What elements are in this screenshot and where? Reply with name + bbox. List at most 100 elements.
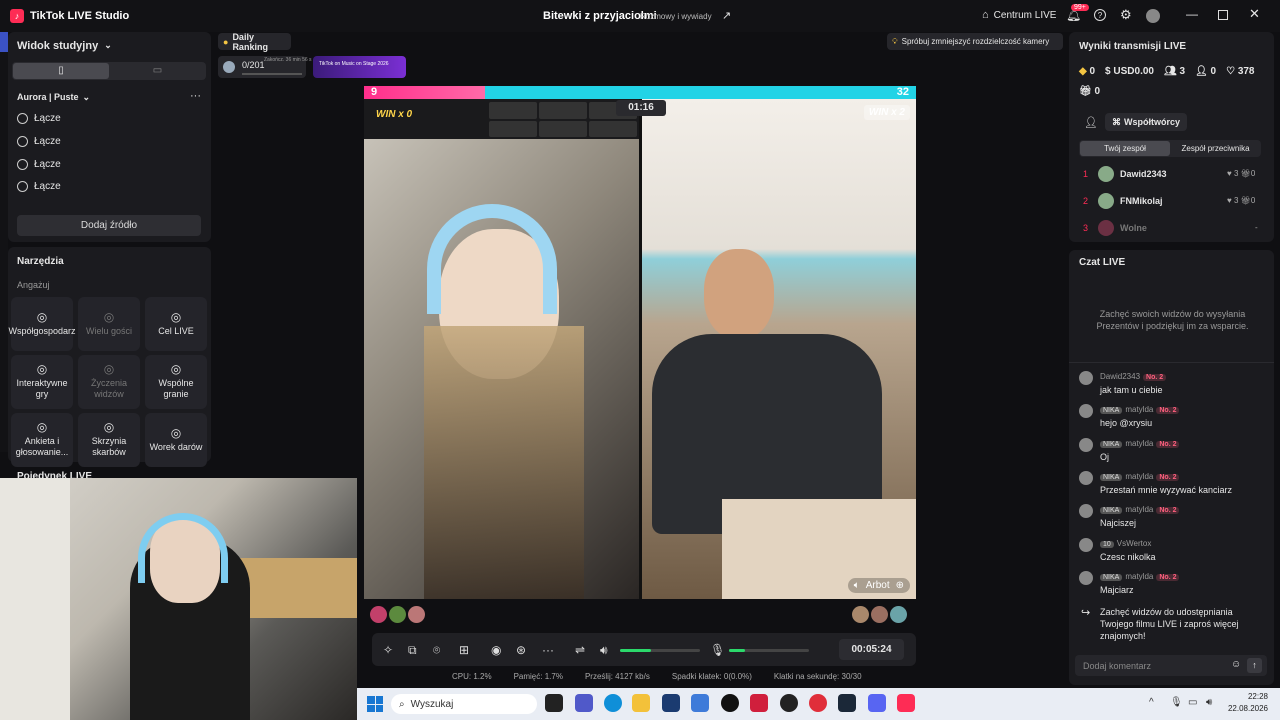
opponent-tag[interactable]: 🔈︎ Arbot ⊕ [847, 578, 910, 593]
team-member-row[interactable]: 2 FNMikolaj ♥ 3 🎁︎0 [1079, 193, 1265, 211]
discord-icon[interactable] [868, 694, 886, 712]
share-icon[interactable]: ↗ [722, 9, 731, 22]
cpu-stat: CPU: 1.2% [452, 672, 492, 681]
app-icon[interactable] [750, 694, 768, 712]
mixer-icon[interactable]: ⇌ [575, 643, 585, 657]
chat-message[interactable]: NIKA matylda No. 2 Oj [1079, 437, 1269, 468]
speaker-icon[interactable]: 🔈︎ [854, 580, 860, 591]
more-icon[interactable]: ··· [542, 643, 554, 657]
help-icon[interactable]: ? [1094, 9, 1106, 21]
source-item[interactable]: Łącze [17, 136, 61, 147]
replay-icon[interactable]: ⊛ [516, 643, 526, 657]
daily-ranking-label: Daily Ranking [232, 31, 268, 52]
add-user-icon[interactable]: 👤︎ [1084, 116, 1098, 129]
avatar[interactable] [370, 606, 387, 623]
task-view-icon[interactable] [545, 694, 563, 712]
live-center-button[interactable]: ⌂ Centrum LIVE [982, 9, 1056, 21]
scene-name: Aurora | Puste [17, 92, 79, 102]
portrait-icon[interactable]: ▯ [13, 63, 109, 79]
screenshot-icon[interactable]: ⌾ [433, 643, 440, 658]
team-member-row[interactable]: 1 Dawid2343 ♥ 3 🎁︎0 [1079, 166, 1265, 184]
avatar [1098, 166, 1114, 182]
tool-poll[interactable]: ◎ Ankieta i głosowanie... [11, 413, 73, 467]
opera-icon[interactable] [809, 694, 827, 712]
source-item[interactable]: Łącze [17, 113, 61, 124]
effects-icon[interactable]: ✧ [383, 643, 393, 657]
landscape-icon[interactable]: ▭ [110, 63, 205, 79]
gift-grid [489, 102, 637, 137]
home-icon: ⌂ [982, 9, 989, 21]
minimize-icon[interactable]: — [1186, 7, 1198, 21]
avatar[interactable] [852, 606, 869, 623]
volume-slider[interactable] [620, 649, 700, 652]
teams-icon[interactable] [575, 694, 593, 712]
gear-icon[interactable]: ⚙ [1120, 7, 1132, 23]
taskbar-search[interactable]: ⌕ Wyszukaj [391, 694, 537, 714]
tool-treasure[interactable]: ◎ Skrzynia skarbów [78, 413, 140, 467]
avatar[interactable] [871, 606, 888, 623]
close-icon[interactable]: ✕ [1249, 6, 1260, 22]
chat-message[interactable]: NIKA matylda No. 2 Przestań mnie wyzywać ka… [1079, 470, 1269, 501]
tool-goal[interactable]: ◎ Cel LIVE [145, 297, 207, 351]
event-banner[interactable]: TikTok on Music on Stage 2026 [313, 56, 406, 78]
emoji-icon[interactable]: ☺ [1231, 659, 1241, 670]
record-icon[interactable]: ◉ [491, 643, 501, 657]
avatar[interactable] [389, 606, 406, 623]
team-member-row[interactable]: 3 Wolne - [1079, 220, 1265, 238]
app-icon[interactable] [780, 694, 798, 712]
view-selector[interactable]: Widok studyjny ⌄ [17, 40, 112, 52]
store-icon[interactable] [662, 694, 680, 712]
microphone-icon[interactable]: 🎙︎ [1170, 697, 1183, 708]
chevron-up-icon[interactable]: ^ [1149, 697, 1154, 708]
chat-message[interactable]: Dawid2343 No. 2 jak tam u ciebie [1079, 371, 1269, 401]
source-item[interactable]: Łącze [17, 159, 61, 170]
more-icon[interactable]: ··· [190, 90, 201, 102]
scene-selector[interactable]: Aurora | Puste ⌄ [17, 92, 90, 103]
windows-start-icon[interactable] [367, 696, 383, 712]
rank-progress-text: 0/201 [242, 60, 265, 70]
clock-date[interactable]: 22.08.2026 [1225, 704, 1268, 713]
chat-message[interactable]: NIKA matylda No. 2 hejo @xrysiu [1079, 404, 1269, 434]
steam-icon[interactable] [838, 694, 856, 712]
daily-ranking-button[interactable]: ● Daily Ranking [218, 31, 291, 52]
edge-icon[interactable] [604, 694, 622, 712]
add-media-icon[interactable]: ⊞ [459, 643, 469, 657]
maximize-icon[interactable] [1218, 10, 1228, 20]
add-source-button[interactable]: Dodaj źródło [17, 215, 201, 236]
chat-message[interactable]: NIKA matylda No. 2 Majciarz [1079, 570, 1269, 601]
tool-gift-bag[interactable]: ◎ Worek darów [145, 413, 207, 467]
source-item[interactable]: Łącze [17, 181, 61, 192]
chat-message[interactable]: NIKA matylda No. 2 Najciszej [1079, 504, 1269, 534]
microphone-icon[interactable]: 🎙︎ [710, 643, 725, 657]
layout-icon[interactable]: ⧉ [408, 643, 417, 658]
score-right: 32 [896, 86, 909, 98]
send-icon[interactable]: ↑ [1247, 658, 1262, 673]
tool-coplay[interactable]: ◎ Wspólne granie [145, 355, 207, 409]
app-icon[interactable] [691, 694, 709, 712]
volume-icon[interactable]: 🔊︎ [600, 643, 608, 658]
tab-opponent-team[interactable]: Zespół przeciwnika [1171, 141, 1260, 156]
avatar[interactable] [890, 606, 907, 623]
comment-field[interactable]: Dodaj komentarz ☺ ↑ [1075, 655, 1267, 676]
collaborators-button[interactable]: ⌘ Współtwórcy [1105, 113, 1187, 131]
rank-badge: No. 2 [1156, 573, 1180, 581]
tool-wishes[interactable]: ◎ Życzenia widzów [78, 355, 140, 409]
github-icon[interactable] [721, 694, 739, 712]
tool-game[interactable]: ◎ Interaktywne gry [11, 355, 73, 409]
fan-badge: NIKA [1100, 507, 1123, 515]
tool-cohost[interactable]: ◎ Współgospodarz [8, 297, 76, 351]
mic-slider[interactable] [729, 649, 809, 652]
tool-multi-guest[interactable]: ◎ Wielu gości [78, 297, 140, 351]
avatar[interactable] [1146, 9, 1160, 23]
viewers-stat: 👥︎ 3 [1163, 66, 1186, 77]
clock-time[interactable]: 22:28 [1225, 692, 1268, 701]
avatar[interactable] [408, 606, 425, 623]
network-icon[interactable]: ▭ [1188, 697, 1197, 708]
add-icon[interactable]: ⊕ [896, 580, 904, 591]
ranking-progress[interactable]: 0/201 Zakończ. 36 min 56 s [218, 56, 312, 78]
tiktok-icon[interactable] [897, 694, 915, 712]
volume-icon[interactable]: 🔊︎ [1206, 697, 1212, 708]
chat-message[interactable]: 10 VsWertox Czesc nikolka [1079, 537, 1269, 568]
file-explorer-icon[interactable] [632, 694, 650, 712]
tab-your-team[interactable]: Twój zespół [1080, 141, 1170, 156]
